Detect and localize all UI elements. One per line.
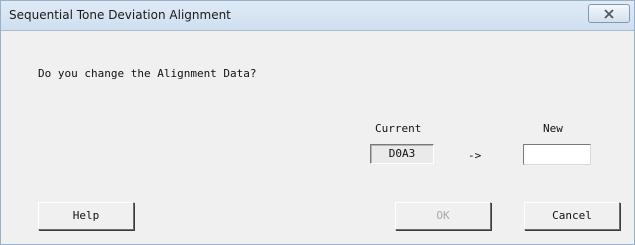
title-bar[interactable]: Sequential Tone Deviation Alignment bbox=[1, 1, 634, 31]
question-text: Do you change the Alignment Data? bbox=[38, 67, 257, 80]
new-label: New bbox=[543, 122, 563, 135]
current-label: Current bbox=[375, 122, 422, 135]
cancel-button[interactable]: Cancel bbox=[524, 202, 620, 230]
ok-button[interactable]: OK bbox=[395, 202, 491, 230]
new-value-input[interactable] bbox=[523, 144, 591, 165]
help-button[interactable]: Help bbox=[38, 202, 134, 230]
close-button[interactable] bbox=[588, 4, 630, 23]
window-title: Sequential Tone Deviation Alignment bbox=[9, 8, 231, 22]
close-icon bbox=[604, 9, 614, 19]
arrow-text: -> bbox=[468, 149, 482, 162]
current-value-field: D0A3 bbox=[370, 144, 434, 164]
dialog-window: Sequential Tone Deviation Alignment Do y… bbox=[0, 0, 635, 245]
